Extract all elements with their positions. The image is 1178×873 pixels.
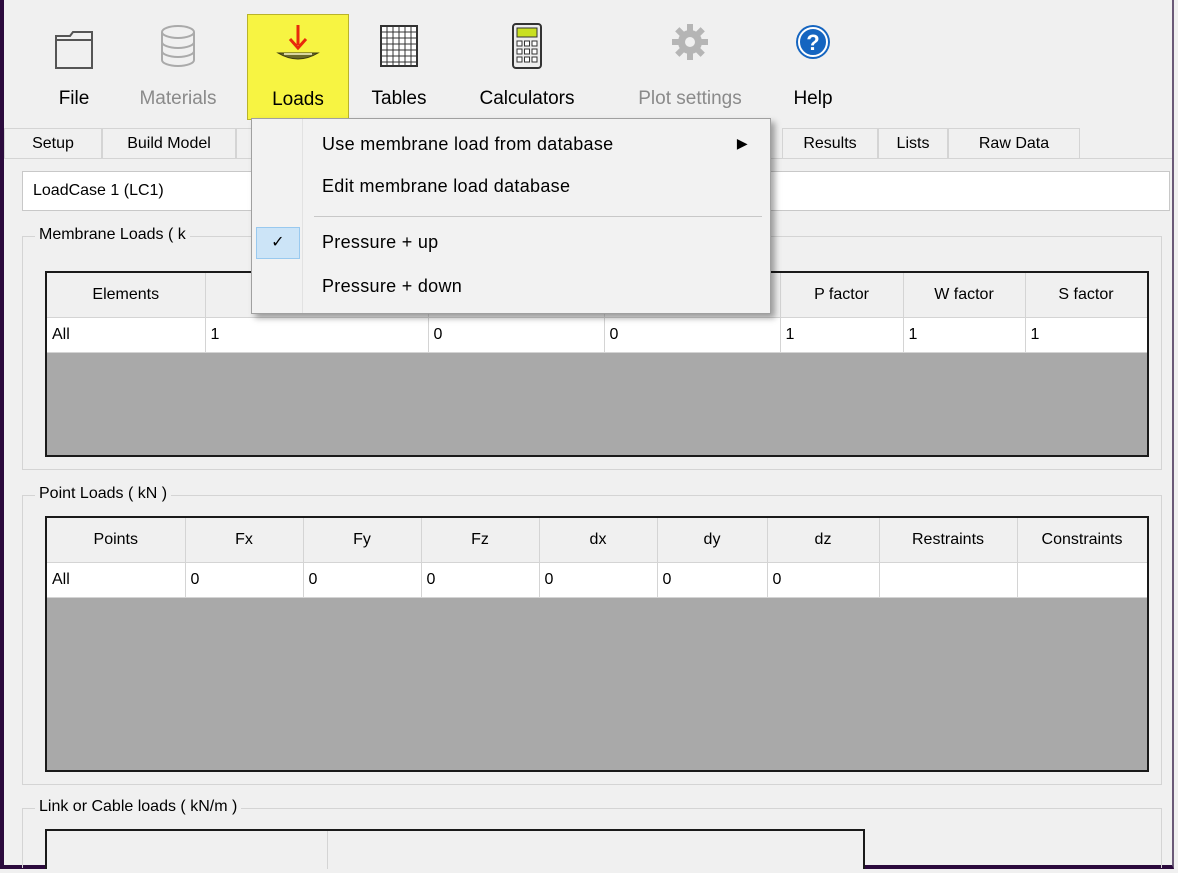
header-elements[interactable]: Elements	[47, 273, 206, 318]
cell[interactable]: 0	[539, 562, 658, 598]
cell[interactable]	[1017, 562, 1147, 598]
cell[interactable]: 1	[1025, 317, 1147, 353]
cell[interactable]: All	[47, 317, 206, 353]
membrane-loads-title: Membrane Loads ( k	[35, 226, 190, 244]
help-icon: ?	[796, 25, 830, 59]
header-dx[interactable]: dx	[539, 518, 658, 563]
menu-separator	[314, 216, 762, 217]
cell[interactable]: 1	[205, 317, 429, 353]
menu-item-edit-membrane-load-database[interactable]: Edit membrane load database	[252, 167, 770, 209]
point-loads-group: Point Loads ( kN ) Points Fx Fy Fz dx dy…	[22, 485, 1162, 785]
calculators-button[interactable]: Calculators	[464, 14, 590, 120]
link-loads-title: Link or Cable loads ( kN/m )	[35, 798, 242, 816]
header-fx[interactable]: Fx	[185, 518, 304, 563]
checkmark-icon: ✓	[256, 227, 300, 259]
header-fy[interactable]: Fy	[303, 518, 422, 563]
loads-button[interactable]: Loads	[247, 14, 349, 120]
tab-build-model[interactable]: Build Model	[102, 128, 236, 158]
link-loads-grid[interactable]	[45, 829, 865, 869]
cell[interactable]: 0	[303, 562, 422, 598]
cell[interactable]: 0	[657, 562, 768, 598]
help-button[interactable]: ? Help	[782, 14, 844, 120]
cell[interactable]: 0	[185, 562, 304, 598]
gear-icon	[672, 24, 708, 60]
cell[interactable]: 1	[780, 317, 904, 353]
cell[interactable]: 0	[428, 317, 605, 353]
menu-item-label: Edit membrane load database	[322, 176, 571, 196]
toolbar: File Materials Loads Tables Calculators …	[4, 0, 1172, 124]
point-header-row: Points Fx Fy Fz dx dy dz Restraints Cons…	[47, 518, 1147, 563]
tables-button[interactable]: Tables	[360, 14, 438, 120]
header-p-factor[interactable]: P factor	[780, 273, 904, 318]
calculators-label: Calculators	[479, 88, 575, 109]
tables-label: Tables	[371, 88, 427, 109]
menu-item-use-membrane-load[interactable]: Use membrane load from database ▶	[252, 125, 770, 167]
cell[interactable]	[879, 562, 1018, 598]
header-s-factor[interactable]: S factor	[1025, 273, 1147, 318]
cell[interactable]: All	[47, 562, 186, 598]
header-dz[interactable]: dz	[767, 518, 880, 563]
table-row: All 0 0 0 0 0 0	[47, 562, 1147, 598]
header-dy[interactable]: dy	[657, 518, 768, 563]
table-row: All 1 0 0 1 1 1	[47, 317, 1147, 353]
point-loads-grid[interactable]: Points Fx Fy Fz dx dy dz Restraints Cons…	[45, 516, 1149, 772]
folder-icon	[55, 31, 93, 69]
cell[interactable]: 0	[767, 562, 880, 598]
menu-item-pressure-up[interactable]: ✓ Pressure + up	[252, 223, 770, 265]
menu-item-label: Pressure + up	[322, 232, 439, 252]
help-label: Help	[793, 88, 833, 109]
svg-text:?: ?	[806, 30, 819, 55]
main-window: File Materials Loads Tables Calculators …	[0, 0, 1174, 869]
plot-settings-label: Plot settings	[638, 88, 742, 109]
submenu-arrow-icon: ▶	[736, 135, 748, 151]
materials-button[interactable]: Materials	[126, 14, 230, 120]
tab-lists[interactable]: Lists	[878, 128, 948, 158]
tab-results[interactable]: Results	[782, 128, 878, 158]
cell[interactable]: 0	[421, 562, 540, 598]
materials-label: Materials	[139, 88, 217, 109]
loads-icon	[276, 25, 320, 60]
column-divider	[327, 831, 328, 869]
menu-item-label: Use membrane load from database	[322, 134, 614, 154]
header-points[interactable]: Points	[47, 518, 186, 563]
cell[interactable]: 0	[604, 317, 781, 353]
header-constraints[interactable]: Constraints	[1017, 518, 1147, 563]
point-loads-title: Point Loads ( kN )	[35, 485, 172, 503]
tab-setup[interactable]: Setup	[4, 128, 102, 158]
file-label: File	[58, 88, 90, 109]
file-button[interactable]: File	[40, 14, 108, 120]
point-table: Points Fx Fy Fz dx dy dz Restraints Cons…	[47, 518, 1147, 598]
table-grid-icon	[380, 25, 418, 67]
menu-item-pressure-down[interactable]: Pressure + down	[252, 267, 770, 309]
calculator-icon	[512, 23, 542, 69]
tab-raw-data[interactable]: Raw Data	[948, 128, 1080, 158]
cell[interactable]: 1	[903, 317, 1026, 353]
header-restraints[interactable]: Restraints	[879, 518, 1018, 563]
loads-label: Loads	[272, 89, 324, 110]
database-icon	[161, 25, 195, 67]
menu-item-label: Pressure + down	[322, 276, 463, 296]
link-loads-group: Link or Cable loads ( kN/m )	[22, 798, 1162, 869]
plot-settings-button[interactable]: Plot settings	[620, 14, 760, 120]
header-w-factor[interactable]: W factor	[903, 273, 1026, 318]
header-fz[interactable]: Fz	[421, 518, 540, 563]
loads-menu: Use membrane load from database ▶ Edit m…	[251, 118, 771, 314]
